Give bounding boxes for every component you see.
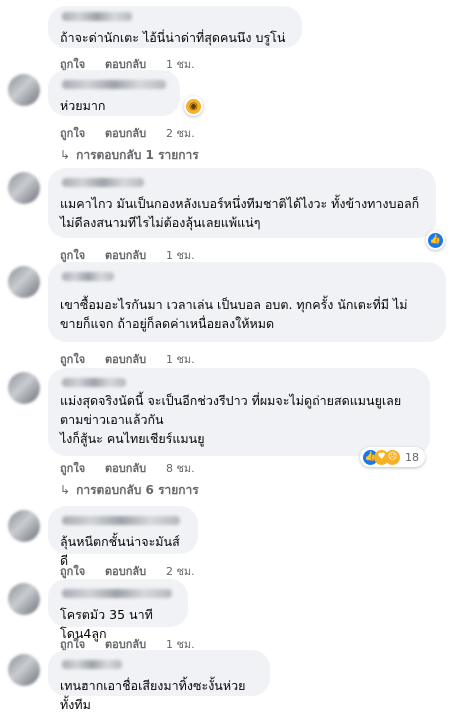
commenter-name-blurred[interactable] [62, 12, 132, 21]
comment-bubble: เขาซื้อมอะไรกันมา เวลาเล่น เป็นบอล อบต. … [48, 262, 446, 342]
comment-bubble: แม่งสุดจริงนัดนี้ จะเป็นอีกช่วงรีปาว ที่… [48, 368, 430, 456]
comment-bubble: แมคาไกว มันเป็นกองหลังเบอร์หนึ่งทีมชาติไ… [48, 168, 436, 238]
commenter-name-blurred[interactable] [62, 516, 180, 525]
comment-bubble: ถ้าจะด่านักเตะ ไอ้นี่น่าด่าที่สุดคนนึง บ… [48, 6, 302, 48]
like-link[interactable]: ถูกใจ [60, 353, 85, 366]
comment-actions: ถูกใจ ตอบกลับ 2 ชม. [60, 124, 211, 142]
comment-time[interactable]: 1 ชม. [166, 353, 195, 366]
replies-label: การตอบกลับ 1 รายการ [76, 148, 199, 162]
reaction-count: 18 [405, 450, 419, 464]
avatar[interactable] [8, 266, 40, 298]
comment-time[interactable]: 1 ชม. [166, 58, 195, 71]
reply-link[interactable]: ตอบกลับ [105, 353, 146, 366]
comment-actions: ถูกใจ ตอบกลับ 8 ชม. [60, 459, 211, 477]
comment-text: แมคาไกว มันเป็นกองหลังเบอร์หนึ่งทีมชาติไ… [60, 196, 420, 230]
reply-link[interactable]: ตอบกลับ [105, 127, 146, 140]
reaction-summary[interactable]: ◉ [184, 96, 203, 116]
comment-time[interactable]: 1 ชม. [166, 249, 195, 262]
like-link[interactable]: ถูกใจ [60, 565, 85, 578]
commenter-name-blurred[interactable] [62, 178, 144, 187]
reply-arrow-icon: ↳ [60, 483, 71, 497]
avatar[interactable] [8, 74, 40, 106]
view-replies-link[interactable]: ↳ การตอบกลับ 1 รายการ [60, 146, 199, 165]
commenter-name-blurred[interactable] [62, 272, 114, 281]
view-replies-link[interactable]: ↳ การตอบกลับ 6 รายการ [60, 481, 199, 500]
reaction-summary[interactable]: 👍 ♥ ☹ 18 [360, 447, 425, 467]
reply-arrow-icon: ↳ [60, 148, 71, 162]
reply-link[interactable]: ตอบกลับ [105, 565, 146, 578]
comment-text: ถ้าจะด่านักเตะ ไอ้นี่น่าด่าที่สุดคนนึง บ… [60, 30, 286, 45]
like-link[interactable]: ถูกใจ [60, 249, 85, 262]
reaction-summary[interactable]: 👍 [426, 230, 445, 250]
commenter-name-blurred[interactable] [62, 660, 122, 669]
commenter-name-blurred[interactable] [62, 80, 166, 89]
avatar[interactable] [8, 510, 40, 542]
like-reaction-icon: 👍 [428, 232, 443, 248]
comment-bubble: เทนฮากเอาชื่อเสียงมาทิ้งซะงั้นห่วยทั้งที… [48, 650, 270, 712]
comment-bubble: โครตมัว 35 นาที โดน4ลูก [48, 579, 188, 641]
avatar[interactable] [8, 654, 40, 686]
commenter-name-blurred[interactable] [62, 589, 172, 598]
comment-time[interactable]: 8 ชม. [166, 462, 195, 475]
comment-bubble: ห่วยมาก [48, 70, 180, 116]
reply-link[interactable]: ตอบกลับ [105, 249, 146, 262]
comment-time[interactable]: 2 ชม. [166, 565, 195, 578]
avatar[interactable] [8, 583, 40, 615]
replies-label: การตอบกลับ 6 รายการ [76, 483, 199, 497]
avatar[interactable] [8, 172, 40, 204]
sad-reaction-icon: ☹ [385, 449, 400, 465]
commenter-name-blurred[interactable] [62, 378, 126, 387]
comment-bubble: ลุ้นหนีตกชั้นน่าจะมันส์ดี [48, 506, 198, 568]
comment-text: เขาซื้อมอะไรกันมา เวลาเล่น เป็นบอล อบต. … [60, 297, 408, 331]
avatar[interactable] [8, 372, 40, 404]
comment-actions: ถูกใจ ตอบกลับ 2 ชม. [60, 562, 211, 580]
wow-reaction-icon: ◉ [186, 98, 201, 114]
comment-text: แม่งสุดจริงนัดนี้ จะเป็นอีกช่วงรีปาว ที่… [60, 393, 402, 446]
reply-link[interactable]: ตอบกลับ [105, 462, 146, 475]
comment-text: ห่วยมาก [60, 98, 106, 113]
like-link[interactable]: ถูกใจ [60, 462, 85, 475]
comment-actions: ถูกใจ ตอบกลับ 1 ชม. [60, 350, 211, 368]
comment-text: เทนฮากเอาชื่อเสียงมาทิ้งซะงั้นห่วยทั้งที… [60, 678, 246, 712]
like-link[interactable]: ถูกใจ [60, 127, 85, 140]
comment-time[interactable]: 2 ชม. [166, 127, 195, 140]
